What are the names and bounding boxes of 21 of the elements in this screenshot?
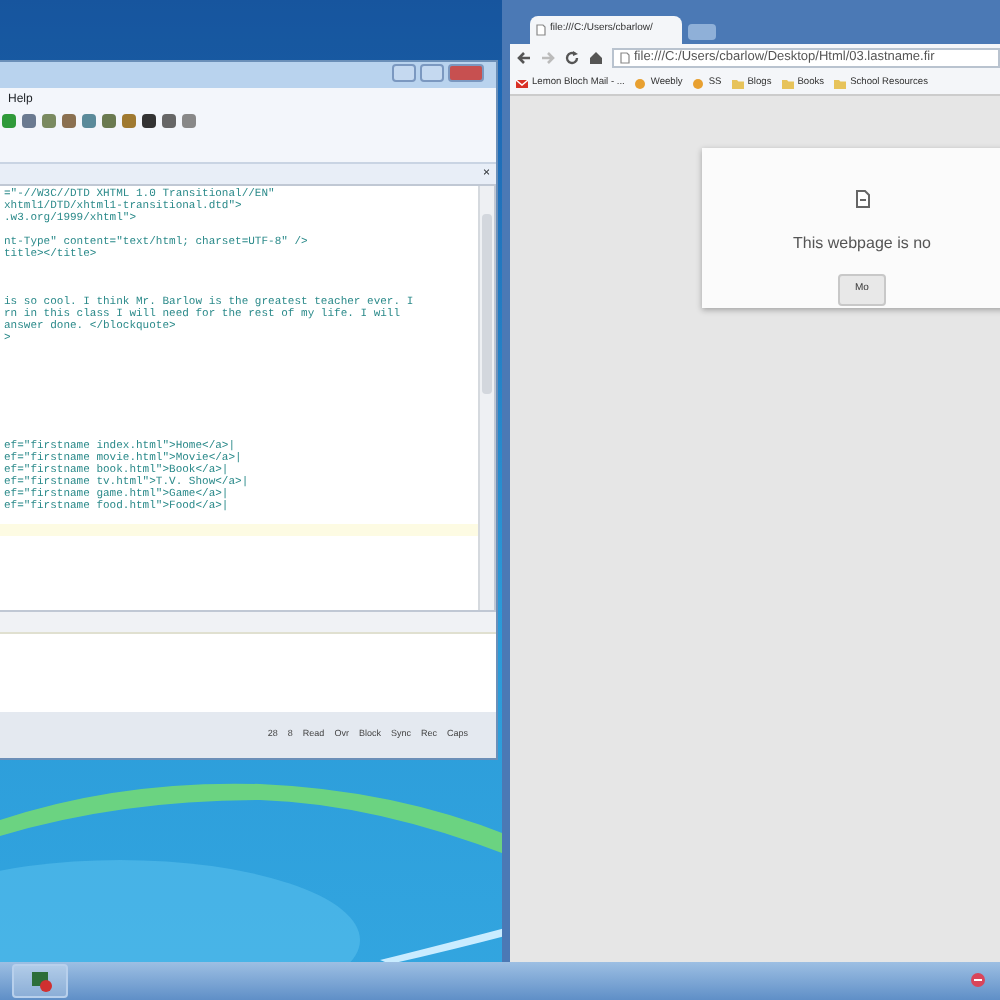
- site-icon: [634, 77, 647, 89]
- minimize-button[interactable]: [392, 64, 416, 82]
- app-icon: [29, 970, 51, 992]
- tray-icon[interactable]: [970, 972, 986, 988]
- folder-icon: [834, 77, 847, 89]
- error-message: This webpage is no: [793, 232, 931, 256]
- taskbar-button[interactable]: [12, 964, 68, 998]
- site-icon: [692, 77, 705, 89]
- forward-button[interactable]: [540, 50, 556, 66]
- reload-button[interactable]: [564, 50, 580, 66]
- back-button[interactable]: [516, 50, 532, 66]
- page-icon: [536, 24, 546, 36]
- folder-icon: [781, 77, 794, 89]
- new-tab-button[interactable]: [688, 24, 716, 40]
- home-button[interactable]: [588, 50, 604, 66]
- close-button[interactable]: [448, 64, 484, 82]
- mail-icon: [516, 77, 528, 89]
- folder-icon: [731, 77, 744, 89]
- maximize-button[interactable]: [420, 64, 444, 82]
- scrollbar-thumb[interactable]: [482, 214, 492, 394]
- document-icon: [855, 190, 869, 209]
